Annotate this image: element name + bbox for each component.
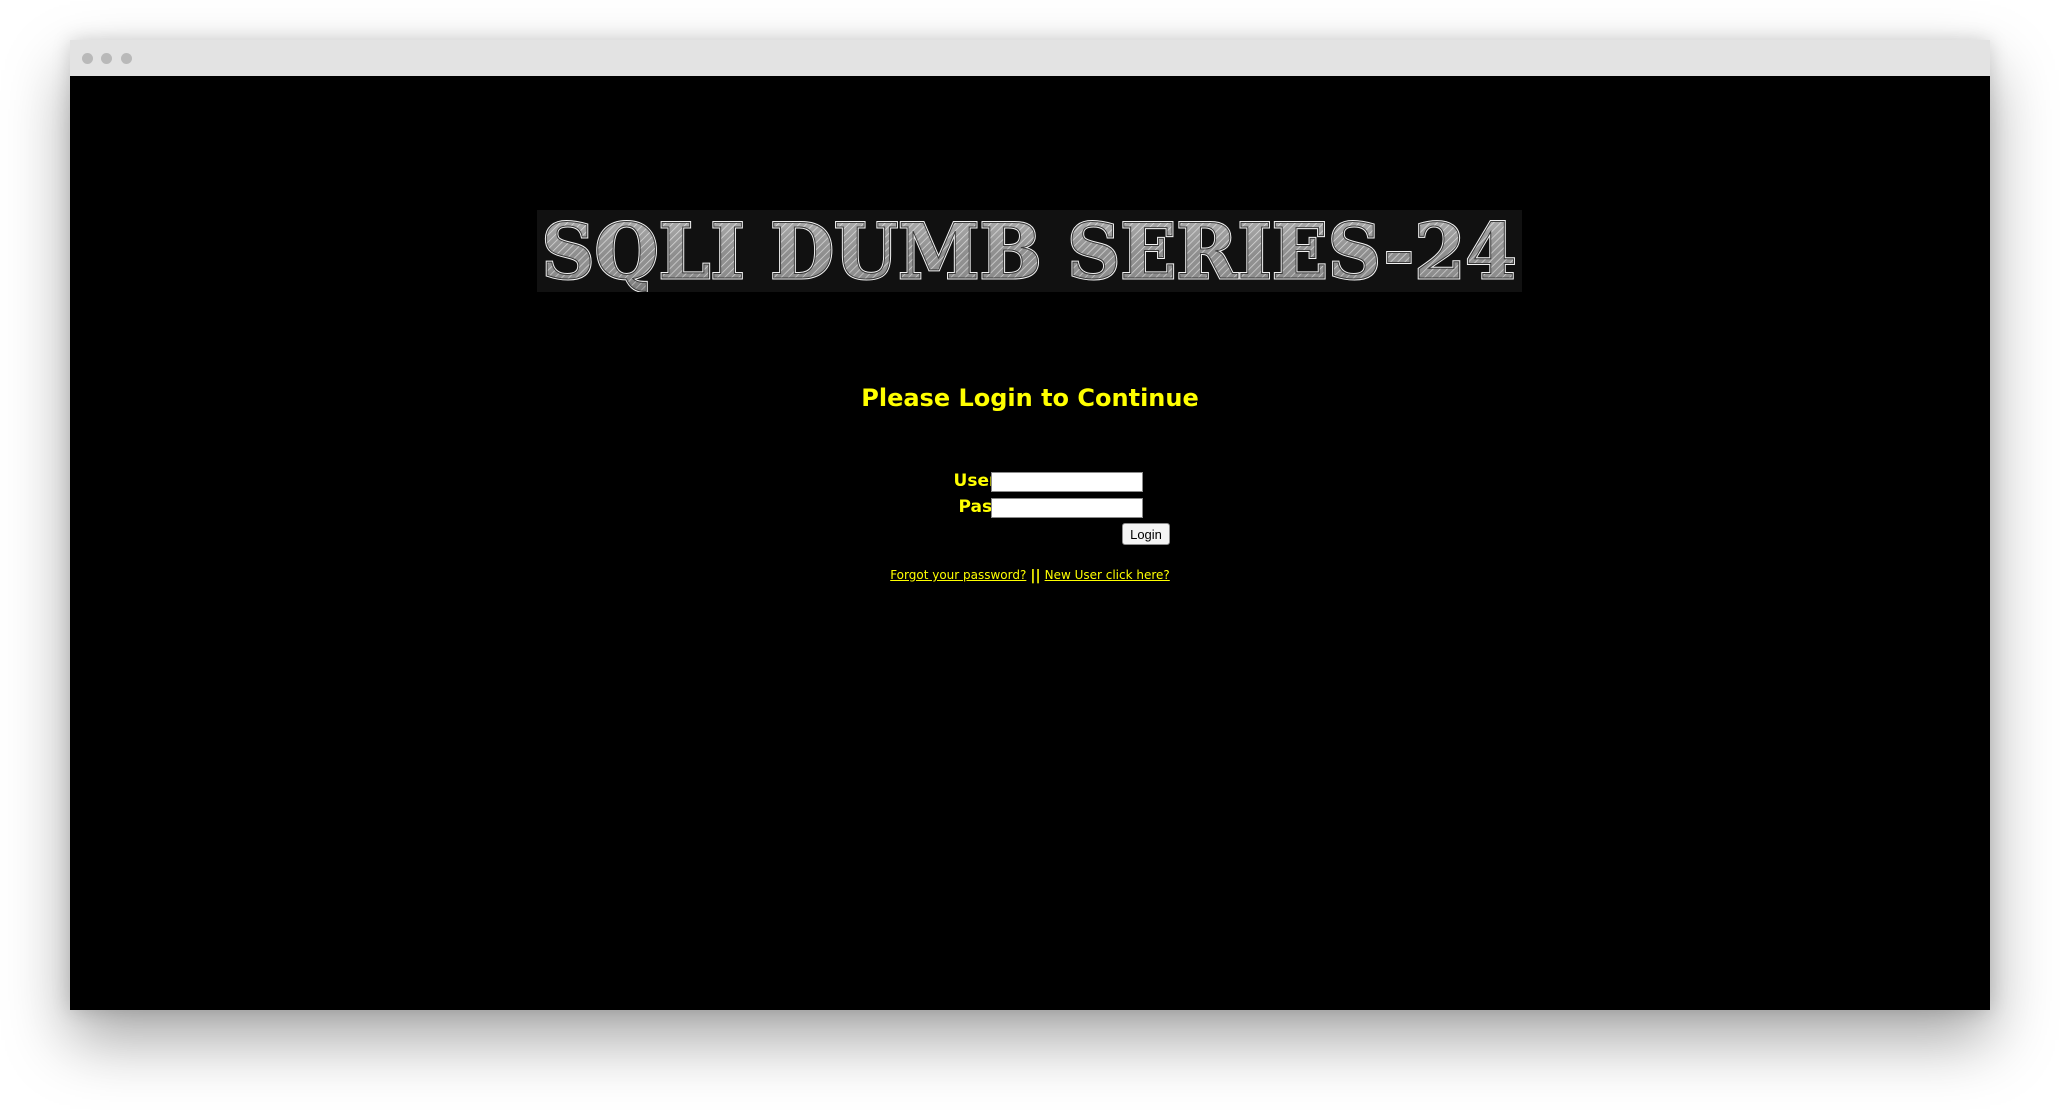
links-separator: || xyxy=(1030,568,1041,584)
login-button[interactable]: Login xyxy=(1122,523,1170,545)
window-titlebar xyxy=(70,40,1990,77)
browser-window: SQLI DUMB SERIES-24 SQLI DUMB SERIES-24 … xyxy=(70,40,1990,1010)
page-content: SQLI DUMB SERIES-24 SQLI DUMB SERIES-24 … xyxy=(70,76,1990,1010)
login-form: Username: Password: Login xyxy=(70,76,1990,1010)
account-links: Forgot your password? || New User click he… xyxy=(70,568,1990,584)
minimize-window-dot-icon[interactable] xyxy=(101,53,112,64)
username-input[interactable] xyxy=(991,472,1143,492)
password-input[interactable] xyxy=(991,498,1143,518)
close-window-dot-icon[interactable] xyxy=(82,53,93,64)
maximize-window-dot-icon[interactable] xyxy=(121,53,132,64)
new-user-link[interactable]: New User click here? xyxy=(1045,568,1170,582)
forgot-password-link[interactable]: Forgot your password? xyxy=(890,568,1026,582)
